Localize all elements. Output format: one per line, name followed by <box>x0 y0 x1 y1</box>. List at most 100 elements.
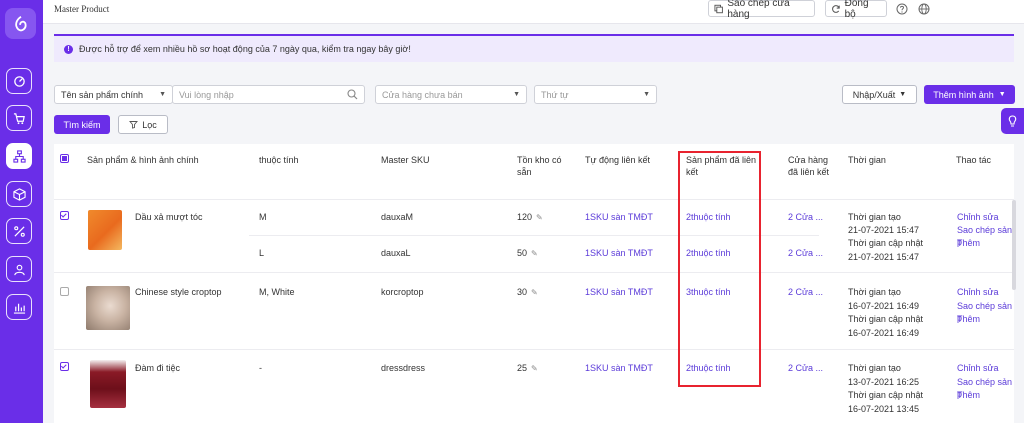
header-attribute: thuộc tính <box>259 155 299 165</box>
row-checkbox[interactable] <box>60 362 69 371</box>
edit-link[interactable]: Chỉnh sửa <box>957 211 999 223</box>
add-image-label: Thêm hình ảnh <box>933 89 994 100</box>
info-icon: ! <box>64 44 73 54</box>
sync-button[interactable]: Đồng bộ <box>825 0 887 20</box>
search-button[interactable]: Tìm kiếm <box>54 115 110 134</box>
copy-icon <box>714 4 723 13</box>
chevron-down-icon: ▼ <box>643 91 650 98</box>
header-master-sku: Master SKU <box>381 155 430 165</box>
notice-text[interactable]: Được hỗ trợ để xem nhiều hồ sơ hoạt động… <box>79 44 411 54</box>
variant-sku: dressdress <box>381 363 426 373</box>
caret-down-icon: ▼ <box>899 91 907 98</box>
edit-pencil-icon[interactable]: ✎ <box>531 248 538 260</box>
dashboard-icon[interactable] <box>6 68 32 94</box>
more-link[interactable]: Thêm <box>957 237 980 249</box>
product-name: Chinese style croptop <box>135 287 222 297</box>
variant-stock: 120 ✎ <box>517 211 543 224</box>
edit-pencil-icon[interactable]: ✎ <box>531 363 538 375</box>
search-input[interactable]: Vui lòng nhập <box>172 85 365 104</box>
auto-link[interactable]: 1SKU sàn TMĐT <box>585 247 653 259</box>
variant-attribute: - <box>259 363 262 373</box>
row-checkbox[interactable] <box>60 287 69 296</box>
variant-stock: 30 ✎ <box>517 286 538 299</box>
chevron-down-icon: ▼ <box>159 91 166 98</box>
header-product: Sản phẩm & hình ảnh chính <box>87 155 199 165</box>
sync-label: Đồng bộ <box>844 0 869 20</box>
app-logo[interactable] <box>5 8 36 39</box>
auto-link[interactable]: 1SKU sàn TMĐT <box>585 211 653 223</box>
row-checkbox[interactable] <box>60 211 69 220</box>
updated-time: 16-07-2021 13:45 <box>848 404 920 414</box>
product-name: Dầu xả mượt tóc <box>135 212 203 222</box>
linked-stores-link[interactable]: 2 Cửa ... <box>788 247 823 259</box>
filter-button[interactable]: Lọc <box>118 115 168 134</box>
store-select[interactable]: Cửa hàng chưa bán ▼ <box>375 85 527 104</box>
product-thumbnail <box>86 286 130 330</box>
search-icon <box>347 89 358 100</box>
updated-label: Thời gian cập nhật <box>848 238 923 248</box>
select-all-checkbox[interactable] <box>60 154 69 163</box>
linked-stores-link[interactable]: 2 Cửa ... <box>788 211 823 223</box>
search-field-value: Tên sản phẩm chính <box>61 89 144 100</box>
globe-icon[interactable] <box>918 3 930 15</box>
search-placeholder: Vui lòng nhập <box>179 89 234 100</box>
header-linked-stores: Cửa hàng đã liên kết <box>788 155 830 177</box>
product-thumbnail <box>90 360 126 408</box>
add-image-button[interactable]: Thêm hình ảnh ▼ <box>924 85 1015 104</box>
chevron-down-icon: ▼ <box>513 91 520 98</box>
cart-icon[interactable] <box>6 105 32 131</box>
created-label: Thời gian tạo <box>848 287 901 297</box>
help-icon[interactable] <box>896 3 908 15</box>
variant-attribute: M <box>259 212 267 222</box>
variant-attribute: M, White <box>259 287 295 297</box>
linked-stores-link[interactable]: 2 Cửa ... <box>788 286 823 298</box>
tips-button[interactable] <box>1001 108 1024 134</box>
variant-sku: korcroptop <box>381 287 424 297</box>
header-divider <box>54 199 1014 200</box>
product-name: Đàm đi tiệc <box>135 363 181 373</box>
logo-icon <box>14 15 26 31</box>
product-thumbnail <box>88 210 122 250</box>
report-icon[interactable] <box>6 294 32 320</box>
top-bar: Master Product Sao chép cửa hàng Đồng bộ <box>43 0 1024 24</box>
search-field-select[interactable]: Tên sản phẩm chính ▼ <box>54 85 173 104</box>
variant-sku: dauxaL <box>381 248 411 258</box>
product-tree-icon[interactable] <box>6 143 32 169</box>
created-time: 16-07-2021 16:49 <box>848 301 920 311</box>
lightbulb-icon <box>1008 114 1017 127</box>
edit-pencil-icon[interactable]: ✎ <box>531 287 538 299</box>
more-link[interactable]: Thêm <box>957 313 980 325</box>
caret-down-icon: ▼ <box>998 91 1006 98</box>
header-auto-link: Tự động liên kết <box>585 155 651 165</box>
row-divider <box>54 272 1014 273</box>
edit-link[interactable]: Chỉnh sửa <box>957 286 999 298</box>
auto-link[interactable]: 1SKU sàn TMĐT <box>585 362 653 374</box>
filter-label: Lọc <box>142 119 157 130</box>
created-label: Thời gian tạo <box>848 363 901 373</box>
linked-stores-link[interactable]: 2 Cửa ... <box>788 362 823 374</box>
store-placeholder: Cửa hàng chưa bán <box>382 89 463 100</box>
variant-attribute: L <box>259 248 265 258</box>
users-icon[interactable] <box>6 256 32 282</box>
order-select[interactable]: Thứ tự ▼ <box>534 85 657 104</box>
copy-store-label: Sao chép cửa hàng <box>727 0 790 20</box>
sidebar <box>0 0 43 423</box>
created-label: Thời gian tạo <box>848 212 901 222</box>
auto-link[interactable]: 1SKU sàn TMĐT <box>585 286 653 298</box>
box-icon[interactable] <box>6 181 32 207</box>
header-time: Thời gian <box>848 155 886 165</box>
percent-icon[interactable] <box>6 218 32 244</box>
more-link[interactable]: Thêm <box>957 389 980 401</box>
updated-time: 16-07-2021 16:49 <box>848 328 920 338</box>
edit-link[interactable]: Chỉnh sửa <box>957 362 999 374</box>
import-export-button[interactable]: Nhập/Xuất ▼ <box>842 85 917 104</box>
highlight-box <box>678 151 761 387</box>
copy-store-button[interactable]: Sao chép cửa hàng <box>708 0 815 20</box>
variant-stock: 25 ✎ <box>517 362 538 375</box>
stock-value: 120 <box>517 212 533 222</box>
header-action: Thao tác <box>956 155 992 165</box>
filter-icon <box>129 121 139 129</box>
table-scrollbar[interactable] <box>1012 200 1016 290</box>
product-table: Sản phẩm & hình ảnh chính thuộc tính Mas… <box>54 144 1014 423</box>
edit-pencil-icon[interactable]: ✎ <box>536 212 543 224</box>
